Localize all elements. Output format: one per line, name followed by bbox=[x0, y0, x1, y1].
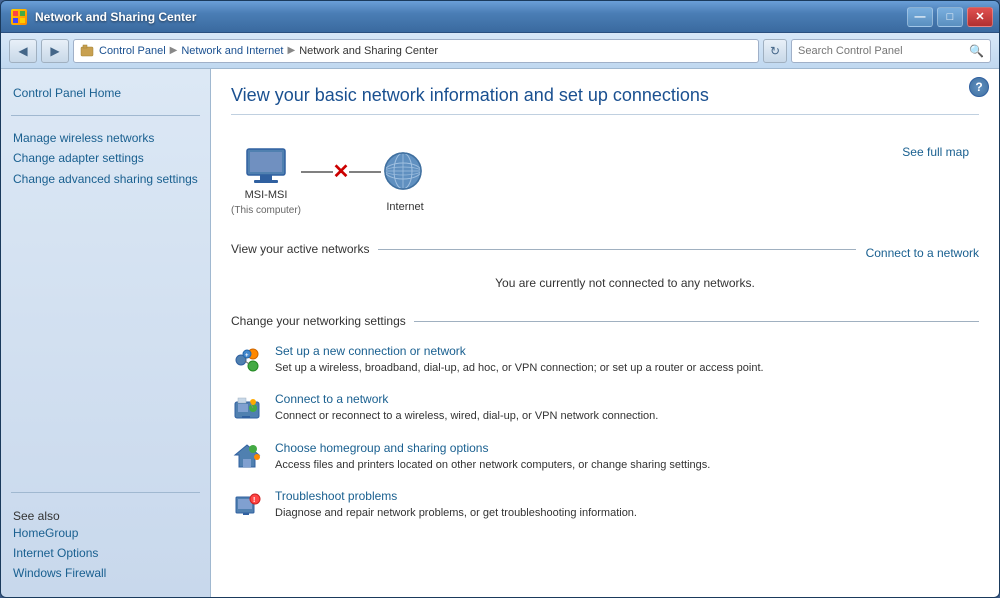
sidebar-divider-1 bbox=[11, 115, 200, 116]
action-desc-homegroup: Access files and printers located on oth… bbox=[275, 459, 710, 471]
action-desc-connect: Connect or reconnect to a wireless, wire… bbox=[275, 410, 658, 422]
disconnected-icon: ✕ bbox=[333, 162, 350, 182]
breadcrumb-part-3: Network and Sharing Center bbox=[299, 45, 438, 57]
breadcrumb-part-1[interactable]: Control Panel bbox=[99, 45, 166, 57]
sidebar-item-internet-options[interactable]: Internet Options bbox=[1, 543, 210, 563]
toolbar: ◀ ▶ Control Panel ▶ Network and Internet… bbox=[1, 33, 999, 69]
title-bar: Network and Sharing Center — □ ✕ bbox=[1, 1, 999, 33]
new-connection-icon: + bbox=[231, 344, 263, 376]
computer-item: MSI-MSI (This computer) bbox=[231, 145, 301, 216]
window-title: Network and Sharing Center bbox=[35, 10, 196, 24]
action-content-2: Connect to a network Connect or reconnec… bbox=[275, 392, 979, 424]
breadcrumb-sep-1: ▶ bbox=[170, 45, 178, 56]
computer-icon bbox=[242, 145, 290, 185]
connect-to-network-link[interactable]: Connect to a network bbox=[866, 246, 979, 260]
action-content-1: Set up a new connection or network Set u… bbox=[275, 344, 979, 376]
see-full-map-link[interactable]: See full map bbox=[902, 145, 969, 159]
action-item-troubleshoot: ! Troubleshoot problems Diagnose and rep… bbox=[231, 489, 979, 521]
title-bar-left: Network and Sharing Center bbox=[11, 9, 196, 25]
divider-line-1 bbox=[378, 249, 856, 250]
address-bar: Control Panel ▶ Network and Internet ▶ N… bbox=[73, 39, 759, 63]
change-settings-label: Change your networking settings bbox=[231, 314, 406, 328]
search-box: 🔍 bbox=[791, 39, 991, 63]
search-input[interactable] bbox=[798, 45, 965, 57]
internet-label: Internet bbox=[386, 201, 423, 213]
action-content-4: Troubleshoot problems Diagnose and repai… bbox=[275, 489, 979, 521]
no-network-message: You are currently not connected to any n… bbox=[231, 272, 979, 306]
see-also-title: See also bbox=[1, 505, 72, 527]
action-title-connect[interactable]: Connect to a network bbox=[275, 392, 979, 406]
action-item-homegroup: Choose homegroup and sharing options Acc… bbox=[231, 441, 979, 473]
action-title-homegroup[interactable]: Choose homegroup and sharing options bbox=[275, 441, 979, 455]
action-item-connect-network: Connect to a network Connect or reconnec… bbox=[231, 392, 979, 424]
action-content-3: Choose homegroup and sharing options Acc… bbox=[275, 441, 979, 473]
connect-network-icon bbox=[231, 392, 263, 424]
change-settings-divider: Change your networking settings bbox=[231, 314, 979, 328]
search-icon[interactable]: 🔍 bbox=[969, 44, 984, 58]
close-button[interactable]: ✕ bbox=[967, 7, 993, 27]
forward-button[interactable]: ▶ bbox=[41, 39, 69, 63]
window-controls: — □ ✕ bbox=[907, 7, 993, 27]
sidebar-main-section: Control Panel Home bbox=[1, 79, 210, 107]
active-networks-label: View your active networks bbox=[231, 242, 370, 256]
sidebar-spacer bbox=[1, 195, 210, 484]
sidebar-item-homegroup[interactable]: HomeGroup bbox=[1, 523, 210, 543]
maximize-button[interactable]: □ bbox=[937, 7, 963, 27]
globe-icon bbox=[381, 149, 429, 197]
main-window: Network and Sharing Center — □ ✕ ◀ ▶ Con… bbox=[0, 0, 1000, 598]
action-desc-troubleshoot: Diagnose and repair network problems, or… bbox=[275, 507, 637, 519]
action-item-new-connection: + Set up a new connection or network Set… bbox=[231, 344, 979, 376]
sidebar: Control Panel Home Manage wireless netwo… bbox=[1, 69, 211, 597]
refresh-button[interactable]: ↻ bbox=[763, 39, 787, 63]
change-settings-section: Change your networking settings + bbox=[231, 314, 979, 522]
divider-line-2 bbox=[414, 321, 979, 322]
sidebar-see-also: See also HomeGroup Internet Options Wind… bbox=[1, 501, 210, 587]
svg-text:+: + bbox=[245, 353, 249, 359]
network-diagram: MSI-MSI (This computer) ✕ bbox=[231, 135, 979, 226]
breadcrumb-sep-2: ▶ bbox=[287, 45, 295, 56]
page-title: View your basic network information and … bbox=[231, 85, 979, 115]
action-title-new-connection[interactable]: Set up a new connection or network bbox=[275, 344, 979, 358]
sidebar-item-change-advanced[interactable]: Change advanced sharing settings bbox=[1, 168, 210, 191]
sidebar-item-manage-wireless[interactable]: Manage wireless networks bbox=[1, 128, 210, 148]
content-area: ? View your basic network information an… bbox=[211, 69, 999, 597]
computer-sublabel: (This computer) bbox=[231, 205, 301, 216]
internet-item: Internet bbox=[381, 149, 429, 213]
connection-line: ✕ bbox=[301, 162, 381, 182]
active-networks-bar: View your active networks Connect to a n… bbox=[231, 242, 979, 264]
breadcrumb-part-2[interactable]: Network and Internet bbox=[181, 45, 283, 57]
help-button[interactable]: ? bbox=[969, 77, 989, 97]
sidebar-nav-section: Manage wireless networks Change adapter … bbox=[1, 124, 210, 195]
sidebar-item-control-panel-home[interactable]: Control Panel Home bbox=[1, 83, 210, 103]
svg-text:!: ! bbox=[253, 497, 255, 504]
line-left bbox=[301, 171, 333, 173]
troubleshoot-icon: ! bbox=[231, 489, 263, 521]
minimize-button[interactable]: — bbox=[907, 7, 933, 27]
sidebar-item-change-adapter[interactable]: Change adapter settings bbox=[1, 148, 210, 168]
sidebar-item-windows-firewall[interactable]: Windows Firewall bbox=[1, 563, 210, 583]
back-button[interactable]: ◀ bbox=[9, 39, 37, 63]
window-icon bbox=[11, 9, 27, 25]
action-desc-new-connection: Set up a wireless, broadband, dial-up, a… bbox=[275, 362, 764, 374]
computer-label: MSI-MSI bbox=[245, 189, 288, 201]
sidebar-divider-2 bbox=[11, 492, 200, 493]
line-right bbox=[349, 171, 381, 173]
homegroup-icon bbox=[231, 441, 263, 473]
breadcrumb-control-panel[interactable]: Control Panel bbox=[80, 44, 166, 58]
action-title-troubleshoot[interactable]: Troubleshoot problems bbox=[275, 489, 979, 503]
active-networks-divider: View your active networks bbox=[231, 242, 856, 256]
main-layout: Control Panel Home Manage wireless netwo… bbox=[1, 69, 999, 597]
